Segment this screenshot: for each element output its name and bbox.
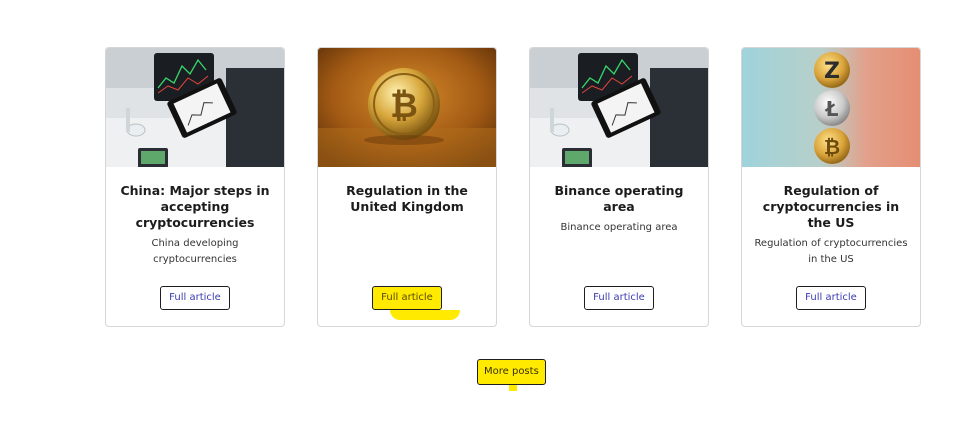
post-thumbnail-tablet-chart[interactable] [530,48,708,167]
full-article-button[interactable]: Full article [160,286,230,310]
post-thumbnail-tablet-chart[interactable] [106,48,284,167]
post-title[interactable]: Binance operating area [540,183,698,215]
post-excerpt: Regulation of cryptocurrencies in the US [754,238,908,265]
more-posts-wrap: More posts [477,359,546,391]
full-article-button[interactable]: Full article [584,286,654,310]
post-thumbnail-bitcoin-gold[interactable]: ₿ [318,48,496,167]
full-article-button[interactable]: Full article [372,286,442,310]
more-posts-button[interactable]: More posts [477,359,546,385]
svg-text:₿: ₿ [390,86,418,126]
full-article-button[interactable]: Full article [796,286,866,310]
post-card: ₿ Regulation in the United Kingdom Full … [317,47,497,327]
highlight-mark [390,310,460,320]
svg-text:₿: ₿ [824,135,840,159]
post-thumbnail-crypto-coins[interactable]: Z Ł ₿ [742,48,920,167]
post-title[interactable]: Regulation in the United Kingdom [328,183,486,215]
post-card: China: Major steps in accepting cryptocu… [105,47,285,327]
post-title[interactable]: Regulation of cryptocurrencies in the US [752,183,910,231]
post-card: Z Ł ₿ Regulation of cryptocurrencies in … [741,47,921,327]
svg-text:Z: Z [824,59,840,84]
post-title[interactable]: China: Major steps in accepting cryptocu… [116,183,274,231]
post-card-list: China: Major steps in accepting cryptocu… [105,47,921,327]
blog-posts-section: China: Major steps in accepting cryptocu… [0,0,977,442]
post-card: Binance operating area Binance operating… [529,47,709,327]
svg-text:Ł: Ł [825,97,839,121]
post-excerpt: China developing cryptocurrencies [151,238,239,265]
highlight-mark [509,385,517,391]
post-excerpt: Binance operating area [560,222,678,233]
